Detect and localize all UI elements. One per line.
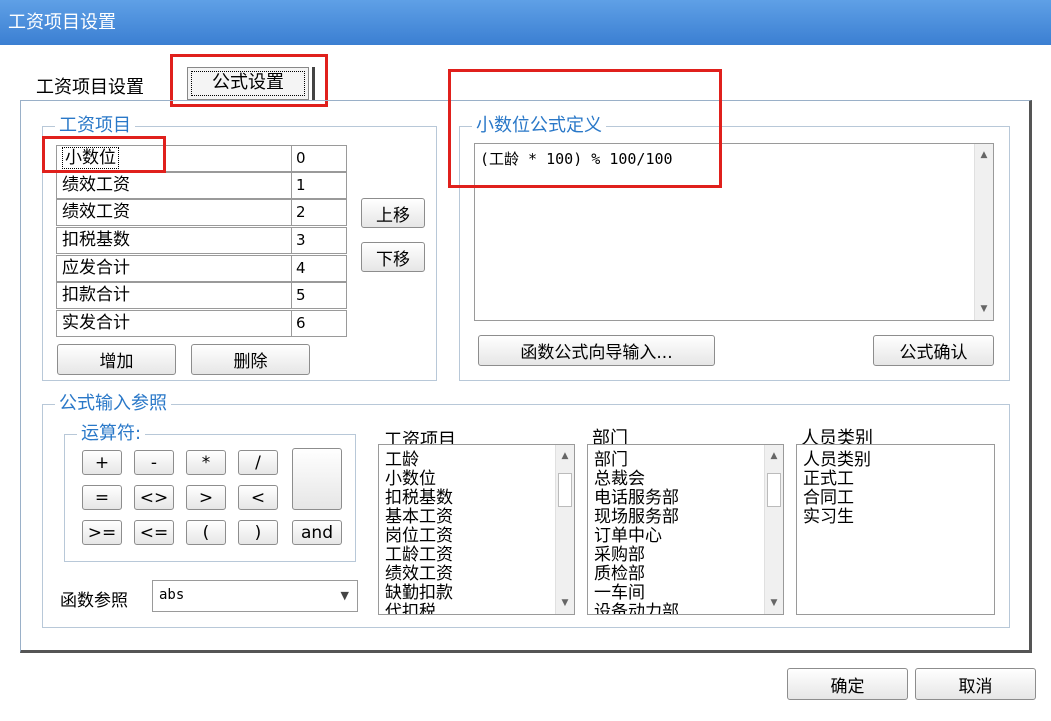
operator-and-button[interactable]: and — [292, 520, 342, 545]
operator-open-paren-button[interactable]: ( — [186, 520, 226, 545]
list-item[interactable]: 现场服务部 — [594, 508, 679, 527]
salary-items-listbox[interactable]: 工龄 小数位 扣税基数 基本工资 岗位工资 工龄工资 绩效工资 缺勤扣款 代扣税… — [378, 444, 575, 615]
list-item[interactable]: 人员类别 — [803, 451, 871, 470]
formula-wizard-button[interactable]: 函数公式向导输入... — [478, 335, 715, 366]
staff-category-list: 人员类别 正式工 合同工 实习生 — [803, 451, 871, 527]
list-item[interactable]: 实习生 — [803, 508, 871, 527]
formula-confirm-button[interactable]: 公式确认 — [873, 335, 994, 366]
window-title-bar[interactable]: 工资项目设置 — [0, 0, 1051, 45]
salary-item-name-5[interactable]: 扣款合计 — [56, 282, 292, 309]
list-item[interactable]: 岗位工资 — [385, 527, 453, 546]
scroll-up-icon[interactable]: ▲ — [975, 146, 993, 164]
operator-equal-button[interactable]: = — [82, 485, 122, 510]
list-item[interactable]: 部门 — [594, 451, 679, 470]
operator-close-paren-button[interactable]: ) — [238, 520, 278, 545]
operator-minus-button[interactable]: - — [134, 450, 174, 475]
scroll-down-icon[interactable]: ▼ — [765, 594, 783, 612]
cancel-button[interactable]: 取消 — [915, 668, 1036, 700]
add-button[interactable]: 增加 — [57, 344, 176, 375]
salary-item-name-2[interactable]: 绩效工资 — [56, 199, 292, 226]
list-item[interactable]: 工龄 — [385, 451, 453, 470]
operator-less-equal-button[interactable]: <= — [134, 520, 174, 545]
function-reference-label: 函数参照 — [60, 591, 128, 611]
delete-button[interactable]: 删除 — [191, 344, 310, 375]
list-item[interactable]: 基本工资 — [385, 508, 453, 527]
department-list: 部门 总裁会 电话服务部 现场服务部 订单中心 采购部 质检部 一车间 设备动力… — [594, 451, 679, 615]
scroll-down-icon[interactable]: ▼ — [975, 300, 993, 318]
operators-group-title: 运算符: — [77, 423, 146, 445]
list-item[interactable]: 设备动力部 — [594, 603, 679, 615]
list-item[interactable]: 小数位 — [385, 470, 453, 489]
function-reference-value: abs — [159, 587, 185, 603]
salary-item-name-1[interactable]: 绩效工资 — [56, 172, 292, 199]
salary-items-list: 工龄 小数位 扣税基数 基本工资 岗位工资 工龄工资 绩效工资 缺勤扣款 代扣税 — [385, 451, 453, 615]
scroll-up-icon[interactable]: ▲ — [765, 447, 783, 465]
salary-item-num-0[interactable]: 0 — [291, 145, 347, 172]
formula-scrollbar[interactable]: ▲ ▼ — [974, 144, 993, 320]
salary-item-num-3[interactable]: 3 — [291, 227, 347, 254]
list-item[interactable]: 电话服务部 — [594, 489, 679, 508]
salary-item-num-2[interactable]: 2 — [291, 199, 347, 226]
list-item[interactable]: 一车间 — [594, 584, 679, 603]
list-item[interactable]: 绩效工资 — [385, 565, 453, 584]
staff-category-listbox[interactable]: 人员类别 正式工 合同工 实习生 — [796, 444, 995, 615]
list-item[interactable]: 扣税基数 — [385, 489, 453, 508]
salary-item-num-6[interactable]: 6 — [291, 310, 347, 337]
department-listbox[interactable]: 部门 总裁会 电话服务部 现场服务部 订单中心 采购部 质检部 一车间 设备动力… — [587, 444, 784, 615]
list-item[interactable]: 缺勤扣款 — [385, 584, 453, 603]
tab-salary-item-settings[interactable]: 工资项目设置 — [36, 73, 144, 99]
dropdown-arrow-icon[interactable]: ▼ — [341, 589, 349, 602]
operator-plus-button[interactable]: + — [82, 450, 122, 475]
formula-reference-title: 公式输入参照 — [55, 393, 171, 415]
list-item[interactable]: 代扣税 — [385, 603, 453, 615]
function-reference-select[interactable]: abs ▼ — [152, 580, 358, 612]
operator-multiply-button[interactable]: * — [186, 450, 226, 475]
salary-items-scrollbar[interactable]: ▲ ▼ — [555, 445, 574, 614]
list-item[interactable]: 正式工 — [803, 470, 871, 489]
window-title: 工资项目设置 — [8, 12, 116, 33]
scroll-thumb[interactable] — [767, 473, 781, 507]
salary-item-num-4[interactable]: 4 — [291, 255, 347, 282]
ok-button[interactable]: 确定 — [787, 668, 908, 700]
salary-item-name-6[interactable]: 实发合计 — [56, 310, 292, 337]
scroll-up-icon[interactable]: ▲ — [556, 447, 574, 465]
salary-items-group-title: 工资项目 — [55, 115, 135, 137]
list-item[interactable]: 总裁会 — [594, 470, 679, 489]
salary-item-num-1[interactable]: 1 — [291, 172, 347, 199]
move-down-button[interactable]: 下移 — [361, 242, 425, 272]
scroll-thumb[interactable] — [558, 473, 572, 507]
salary-item-name-4[interactable]: 应发合计 — [56, 255, 292, 282]
annotation-box-formula-title — [448, 69, 722, 188]
operator-not-equal-button[interactable]: <> — [134, 485, 174, 510]
move-up-button[interactable]: 上移 — [361, 198, 425, 228]
salary-item-num-5[interactable]: 5 — [291, 282, 347, 309]
operator-greater-equal-button[interactable]: >= — [82, 520, 122, 545]
salary-item-name-3[interactable]: 扣税基数 — [56, 227, 292, 254]
list-item[interactable]: 合同工 — [803, 489, 871, 508]
list-item[interactable]: 采购部 — [594, 546, 679, 565]
blank-operator-button[interactable] — [292, 448, 342, 510]
operator-divide-button[interactable]: / — [238, 450, 278, 475]
list-item[interactable]: 质检部 — [594, 565, 679, 584]
scroll-down-icon[interactable]: ▼ — [556, 594, 574, 612]
operator-greater-button[interactable]: > — [186, 485, 226, 510]
department-scrollbar[interactable]: ▲ ▼ — [764, 445, 783, 614]
operator-less-button[interactable]: < — [238, 485, 278, 510]
list-item[interactable]: 订单中心 — [594, 527, 679, 546]
annotation-box-decimal-item — [42, 136, 166, 173]
list-item[interactable]: 工龄工资 — [385, 546, 453, 565]
